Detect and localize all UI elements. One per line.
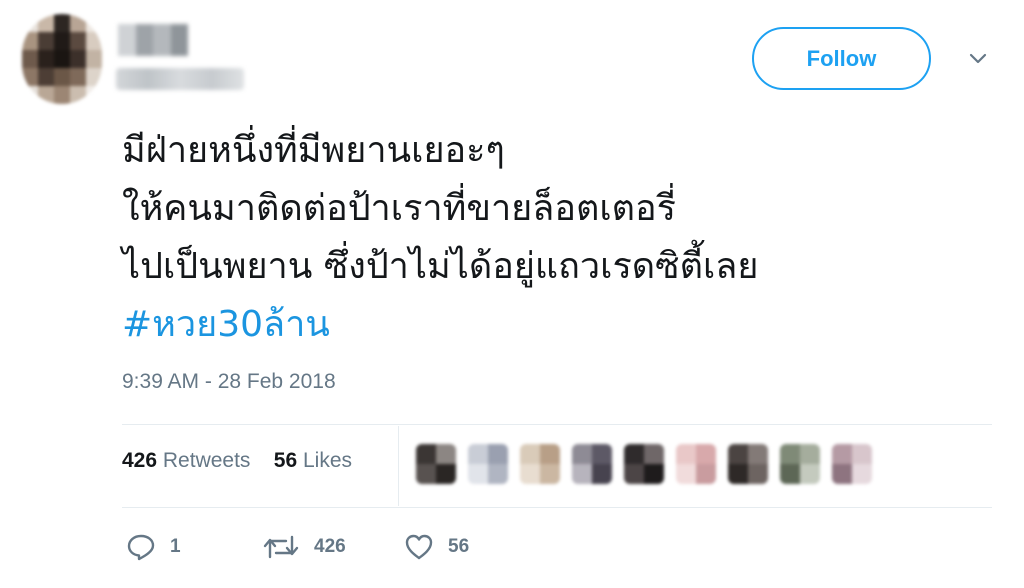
retweets-count: 426 — [122, 449, 158, 472]
liker-avatar[interactable] — [520, 444, 560, 484]
tweet-text: มีฝ่ายหนึ่งที่มีพยานเยอะๆ ให้คนมาติดต่อป… — [122, 122, 1002, 354]
retweet-icon — [263, 535, 299, 559]
reply-action[interactable]: 1 — [126, 530, 181, 564]
liker-avatars — [416, 442, 872, 486]
likes-count: 56 — [273, 449, 298, 472]
retweets-label: Retweets — [162, 449, 251, 472]
heart-icon — [405, 534, 433, 560]
liker-avatar[interactable] — [832, 444, 872, 484]
liker-avatar[interactable] — [416, 444, 456, 484]
liker-avatar[interactable] — [468, 444, 508, 484]
liker-avatar[interactable] — [780, 444, 820, 484]
liker-avatar[interactable] — [728, 444, 768, 484]
tweet-text-line: มีฝ่ายหนึ่งที่มีพยานเยอะๆ — [122, 130, 505, 171]
tweet-text-line: ให้คนมาติดต่อป้าเราที่ขายล็อตเตอรี่ — [122, 188, 676, 229]
avatar[interactable] — [22, 14, 102, 104]
like-count: 56 — [448, 536, 470, 557]
liker-avatar[interactable] — [624, 444, 664, 484]
display-name-redacted[interactable] — [118, 24, 188, 56]
likes-stat[interactable]: 56 Likes — [274, 449, 352, 472]
retweet-action[interactable]: 426 — [262, 530, 346, 564]
username-redacted[interactable] — [116, 68, 244, 90]
reply-icon — [127, 534, 155, 561]
tweet-text-line: ไปเป็นพยาน ซึ่งป้าไม่ได้อยู่แถวเรดซิตี้เ… — [122, 246, 759, 287]
tweet-timestamp[interactable]: 9:39 AM - 28 Feb 2018 — [122, 370, 336, 394]
hashtag-link[interactable]: #หวย30ล้าน — [122, 296, 1002, 354]
likes-label: Likes — [302, 449, 353, 472]
liker-avatar[interactable] — [676, 444, 716, 484]
retweet-count: 426 — [314, 536, 346, 557]
tweet-stats: 426 Retweets 56 Likes — [122, 449, 352, 473]
retweets-stat[interactable]: 426 Retweets — [122, 449, 250, 472]
divider — [122, 507, 992, 508]
reply-count: 1 — [170, 536, 181, 557]
liker-avatar[interactable] — [572, 444, 612, 484]
divider — [398, 426, 399, 506]
like-action[interactable]: 56 — [404, 530, 469, 564]
divider — [122, 424, 992, 425]
chevron-down-icon[interactable] — [963, 46, 993, 72]
follow-button[interactable]: Follow — [752, 27, 931, 90]
